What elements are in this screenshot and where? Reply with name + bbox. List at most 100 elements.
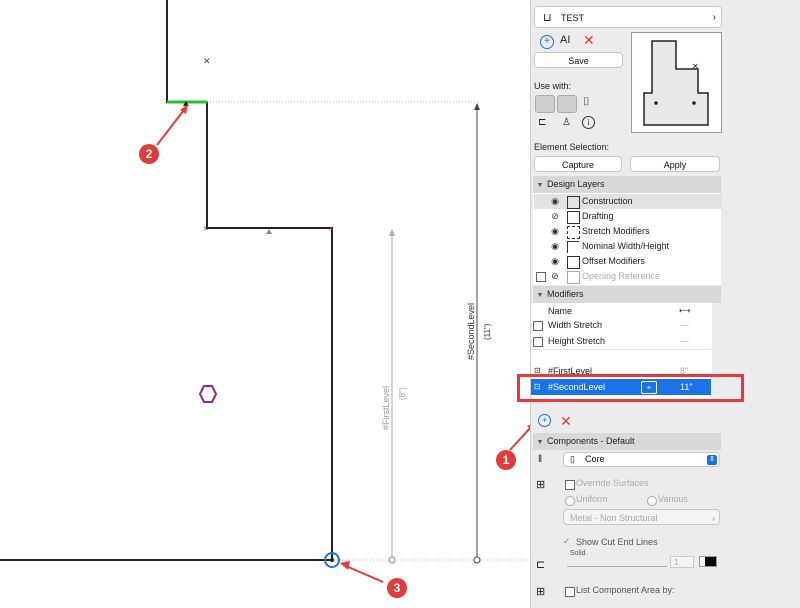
chevron-right-icon: ›: [712, 12, 716, 23]
override-surfaces-label: Override Surfaces: [576, 478, 649, 488]
override-surfaces-checkbox[interactable]: [565, 480, 575, 490]
dropdown-icon: ⇕: [707, 455, 717, 465]
collapse-triangle-icon: ▼: [536, 292, 544, 299]
layer-name: Construction: [582, 196, 633, 206]
add-icon[interactable]: +: [540, 35, 554, 49]
surface-icon: ⊞: [536, 479, 546, 491]
hidden-eye-icon[interactable]: ⊘: [548, 269, 562, 284]
construction-icon: [567, 196, 580, 209]
second-level-end: [473, 556, 481, 564]
stretch-modifiers-icon: [567, 226, 580, 239]
modifier-row-height-stretch[interactable]: Height Stretch ---: [531, 333, 711, 350]
callout-3: 3: [387, 578, 407, 598]
surface-select[interactable]: Metal - Non Structural ›: [563, 509, 720, 525]
svg-text:✕: ✕: [692, 62, 699, 71]
eye-icon[interactable]: ◉: [548, 239, 562, 254]
wall-icon[interactable]: [535, 95, 555, 113]
rename-icon[interactable]: AI: [560, 34, 570, 46]
drafting-icon: [567, 211, 580, 224]
highlight-box: [517, 374, 744, 402]
component-icon: ‖: [538, 454, 543, 465]
layer-nominal-width[interactable]: ◉ Nominal Width/Height: [534, 239, 722, 254]
x-marker-top: ✕: [203, 57, 211, 67]
first-level-arrow: [389, 229, 395, 236]
design-layers-header[interactable]: ▼ Design Layers: [533, 176, 721, 193]
core-icon: ▯: [570, 454, 575, 464]
modifier-value: ---: [680, 320, 689, 330]
element-selection-label: Element Selection:: [534, 142, 610, 152]
offset-modifiers-icon: [567, 256, 580, 269]
dim-first-level-value: (8"): [398, 387, 407, 400]
stretch-triangle[interactable]: [266, 229, 272, 234]
dim-first-level-label: #FirstLevel: [381, 386, 391, 430]
profile-preview: ✕: [631, 32, 722, 133]
modifiers-title: Modifiers: [547, 289, 584, 299]
second-level-arrow: [474, 103, 480, 110]
layer-checkbox[interactable]: [536, 272, 546, 282]
beam-icon[interactable]: [557, 95, 577, 113]
opening-icon[interactable]: ♙: [562, 117, 571, 128]
various-radio[interactable]: [647, 496, 657, 506]
modifier-row-width-stretch[interactable]: Width Stretch ---: [531, 317, 711, 334]
collapse-triangle-icon: ▼: [536, 182, 544, 189]
layer-stretch-modifiers[interactable]: ◉ Stretch Modifiers: [534, 224, 722, 239]
modifier-value: ---: [680, 336, 689, 346]
layer-name: Nominal Width/Height: [582, 241, 670, 251]
layer-name: Stretch Modifiers: [582, 226, 650, 236]
list-component-area-checkbox[interactable]: [565, 587, 575, 597]
uniform-radio[interactable]: [565, 496, 575, 506]
layer-offset-modifiers[interactable]: ◉ Offset Modifiers: [534, 254, 722, 269]
profile-icon: ⊔: [543, 12, 552, 24]
component-value: Core: [585, 454, 605, 464]
element-name: TEST: [561, 13, 585, 23]
column-icon[interactable]: ⌷: [583, 96, 590, 109]
modifier-checkbox[interactable]: [533, 337, 543, 347]
layer-opening-reference[interactable]: ⊘ Opening Reference: [534, 269, 722, 284]
collapse-triangle-icon: ▼: [536, 439, 544, 446]
modifiers-header[interactable]: ▼ Modifiers: [533, 286, 721, 303]
element-selector[interactable]: ⊔ TEST ›: [534, 6, 722, 28]
profile-outline[interactable]: [166, 0, 333, 560]
eye-icon[interactable]: ◉: [548, 254, 562, 269]
callout-2-arrow: [156, 109, 185, 146]
component-select[interactable]: ▯ Core ⇕: [563, 452, 720, 467]
drawing-canvas[interactable]: ✕ ✕ ✕ #FirstLevel (8") #SecondLevel (11"…: [0, 0, 530, 608]
uniform-label: Uniform: [576, 494, 608, 504]
opening-reference-icon: [567, 271, 580, 284]
layer-construction[interactable]: ◉ Construction: [534, 194, 722, 209]
layer-name: Offset Modifiers: [582, 256, 645, 266]
callout-1-arrow: [509, 426, 530, 451]
dim-second-level-value: (11"): [483, 323, 492, 340]
show-cut-end-lines-checkbox[interactable]: ✓: [563, 536, 571, 547]
pen-field[interactable]: 1: [670, 556, 694, 568]
callout-2: 2: [139, 144, 159, 164]
hidden-eye-icon[interactable]: ⊘: [548, 209, 562, 224]
add-modifier-icon[interactable]: +: [538, 414, 551, 427]
modifier-name: Height Stretch: [548, 336, 606, 346]
chevron-right-icon: ›: [712, 513, 715, 523]
components-header[interactable]: ▼ Components - Default: [533, 433, 721, 450]
callout-3-arrow: [345, 565, 384, 583]
capture-button[interactable]: Capture: [534, 156, 622, 172]
layer-drafting[interactable]: ⊘ Drafting: [534, 209, 722, 224]
x-marker-red: ✕: [328, 225, 334, 233]
railing-icon[interactable]: ⊏: [538, 117, 546, 128]
eye-icon[interactable]: ◉: [548, 194, 562, 209]
modifier-name: Width Stretch: [548, 320, 603, 330]
list-component-area-label: List Component Area by:: [576, 585, 675, 595]
save-button[interactable]: Save: [534, 52, 623, 68]
delete-icon[interactable]: ✕: [583, 32, 595, 49]
layer-name: Drafting: [582, 211, 614, 221]
use-with-label: Use with:: [534, 81, 572, 91]
line-type-select[interactable]: Solid: [567, 550, 667, 567]
delete-modifier-icon[interactable]: ✕: [560, 413, 572, 430]
hexagon-icon[interactable]: [198, 385, 218, 403]
line-type-value: Solid: [570, 550, 586, 557]
info-icon[interactable]: i: [582, 116, 595, 129]
eye-icon[interactable]: ◉: [548, 224, 562, 239]
layer-name: Opening Reference: [582, 271, 661, 281]
callout-3-arrowhead: [340, 561, 350, 570]
apply-button[interactable]: Apply: [630, 156, 720, 172]
modifier-checkbox[interactable]: [533, 321, 543, 331]
pen-color-swatch[interactable]: [699, 556, 717, 567]
